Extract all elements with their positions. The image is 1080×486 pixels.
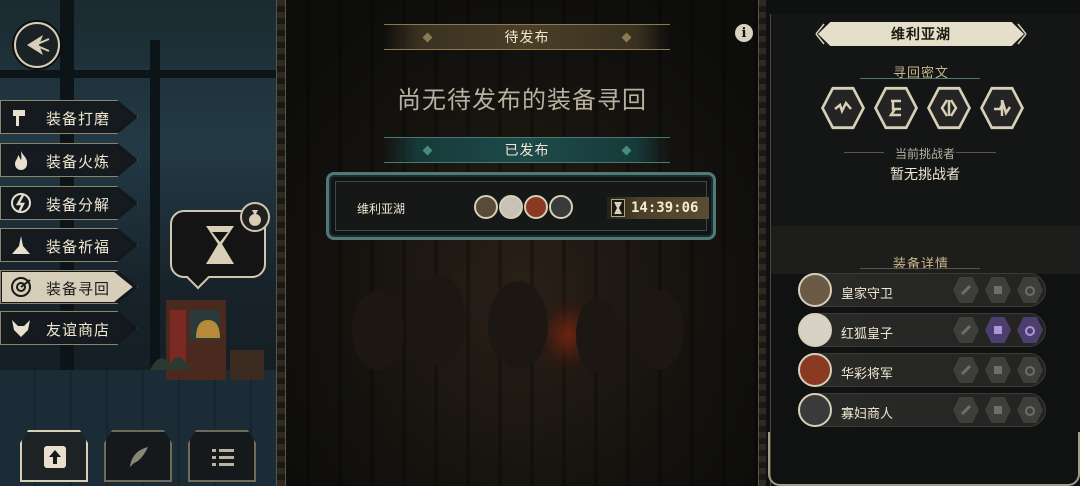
challenger-value: 暂无挑战者 — [890, 167, 960, 183]
menu-item-polish[interactable]: 装备打磨 — [0, 100, 138, 134]
hammer-icon — [13, 110, 25, 126]
character-portrait — [798, 273, 832, 307]
upload-icon — [44, 446, 66, 468]
menu-item-retrieve[interactable]: 装备寻回 — [0, 270, 138, 304]
scenery-beam — [0, 70, 278, 78]
pending-title: 待发布 — [504, 30, 550, 46]
prayer-icon — [12, 236, 30, 254]
armor-slot-icon[interactable] — [985, 277, 1011, 303]
equipment-row[interactable]: 皇家守卫 — [798, 273, 1046, 307]
character-portrait — [798, 393, 832, 427]
weapon-slot-icon[interactable] — [953, 397, 979, 423]
menu-label: 装备打磨 — [46, 110, 111, 128]
armor-slot-icon[interactable] — [985, 357, 1011, 383]
info-icon: i — [741, 25, 747, 41]
entry-location: 维利亚湖 — [357, 202, 406, 216]
list-button[interactable] — [188, 430, 256, 482]
feather-icon — [130, 447, 148, 467]
menu-item-friend-shop[interactable]: 友谊商店 — [0, 311, 138, 345]
equipment-row[interactable]: 华彩将军 — [798, 353, 1046, 387]
menu-label: 装备祈福 — [46, 238, 111, 256]
hourglass-icon — [206, 226, 234, 264]
list-icon — [212, 449, 234, 466]
challenger-avatar-merchant — [549, 195, 573, 219]
equipment-row[interactable]: 红狐皇子 — [798, 313, 1046, 347]
back-button[interactable] — [14, 22, 60, 68]
money-bag-icon — [249, 210, 261, 226]
published-header: 已发布 — [384, 137, 670, 163]
challenger-label: 当前挑战者 — [894, 147, 955, 161]
retrieve-icon — [11, 277, 31, 297]
weapon-slot-icon[interactable] — [953, 277, 979, 303]
menu-label: 装备寻回 — [46, 280, 111, 298]
character-name: 华彩将军 — [841, 367, 894, 382]
challenger-avatar-royal-guard — [474, 195, 498, 219]
info-button[interactable]: i — [735, 24, 753, 42]
feather-button[interactable] — [104, 430, 172, 482]
divider-strip — [276, 0, 286, 486]
challenger-avatar-red-fox — [499, 195, 523, 219]
menu-label: 装备火炼 — [46, 153, 111, 171]
rune-icon — [834, 100, 852, 115]
armor-slot-icon[interactable] — [985, 397, 1011, 423]
weapon-slot-icon[interactable] — [953, 317, 979, 343]
menu-item-fire[interactable]: 装备火炼 — [0, 143, 138, 177]
coin-bag-icon[interactable] — [240, 202, 270, 232]
pending-header: 待发布 — [384, 24, 670, 50]
armor-slot-icon[interactable] — [985, 317, 1011, 343]
divider — [860, 268, 980, 269]
menu-item-prayer[interactable]: 装备祈福 — [0, 228, 138, 262]
rune-icon — [994, 99, 1012, 116]
divider — [860, 78, 980, 79]
left-panel: 装备打磨 装备火炼 装备分解 装备祈福 装备寻回 友谊商店 — [0, 0, 278, 486]
timer-text: 14:39:06 — [631, 200, 699, 216]
menu-item-disassemble[interactable]: 装备分解 — [0, 186, 138, 220]
character-name: 皇家守卫 — [841, 287, 894, 302]
upload-button[interactable] — [20, 430, 88, 482]
crowd-silhouettes — [352, 274, 684, 373]
empty-pending-message: 尚无待发布的装备寻回 — [397, 86, 647, 114]
weapon-slot-icon[interactable] — [953, 357, 979, 383]
ring-slot-icon[interactable] — [1017, 317, 1043, 343]
hourglass-icon — [611, 199, 625, 217]
published-entry[interactable]: 维利亚湖 14:39:06 — [326, 172, 716, 240]
title-frame — [815, 23, 1027, 45]
menu-label: 友谊商店 — [46, 321, 111, 339]
rune-icon — [888, 99, 901, 117]
equipment-title: 装备详情 — [893, 257, 950, 272]
ring-slot-icon[interactable] — [1017, 397, 1043, 423]
ring-slot-icon[interactable] — [1017, 357, 1043, 383]
panel-frame — [768, 432, 1080, 486]
character-name: 红狐皇子 — [841, 327, 894, 342]
character-portrait — [798, 313, 832, 347]
character-portrait — [798, 353, 832, 387]
countdown-timer: 14:39:06 — [607, 197, 709, 219]
published-title: 已发布 — [504, 143, 550, 159]
equipment-row[interactable]: 寡妇商人 — [798, 393, 1046, 427]
rune-icon — [940, 99, 958, 117]
ring-slot-icon[interactable] — [1017, 277, 1043, 303]
menu-label: 装备分解 — [46, 196, 111, 214]
challenger-avatar-general — [524, 195, 548, 219]
character-name: 寡妇商人 — [841, 407, 894, 422]
flame-icon — [15, 151, 28, 170]
fox-icon — [12, 320, 30, 337]
merchant-cart-illustration — [150, 300, 264, 380]
disassemble-icon — [11, 193, 31, 213]
center-panel — [278, 0, 766, 486]
back-arrow-icon — [27, 35, 50, 55]
